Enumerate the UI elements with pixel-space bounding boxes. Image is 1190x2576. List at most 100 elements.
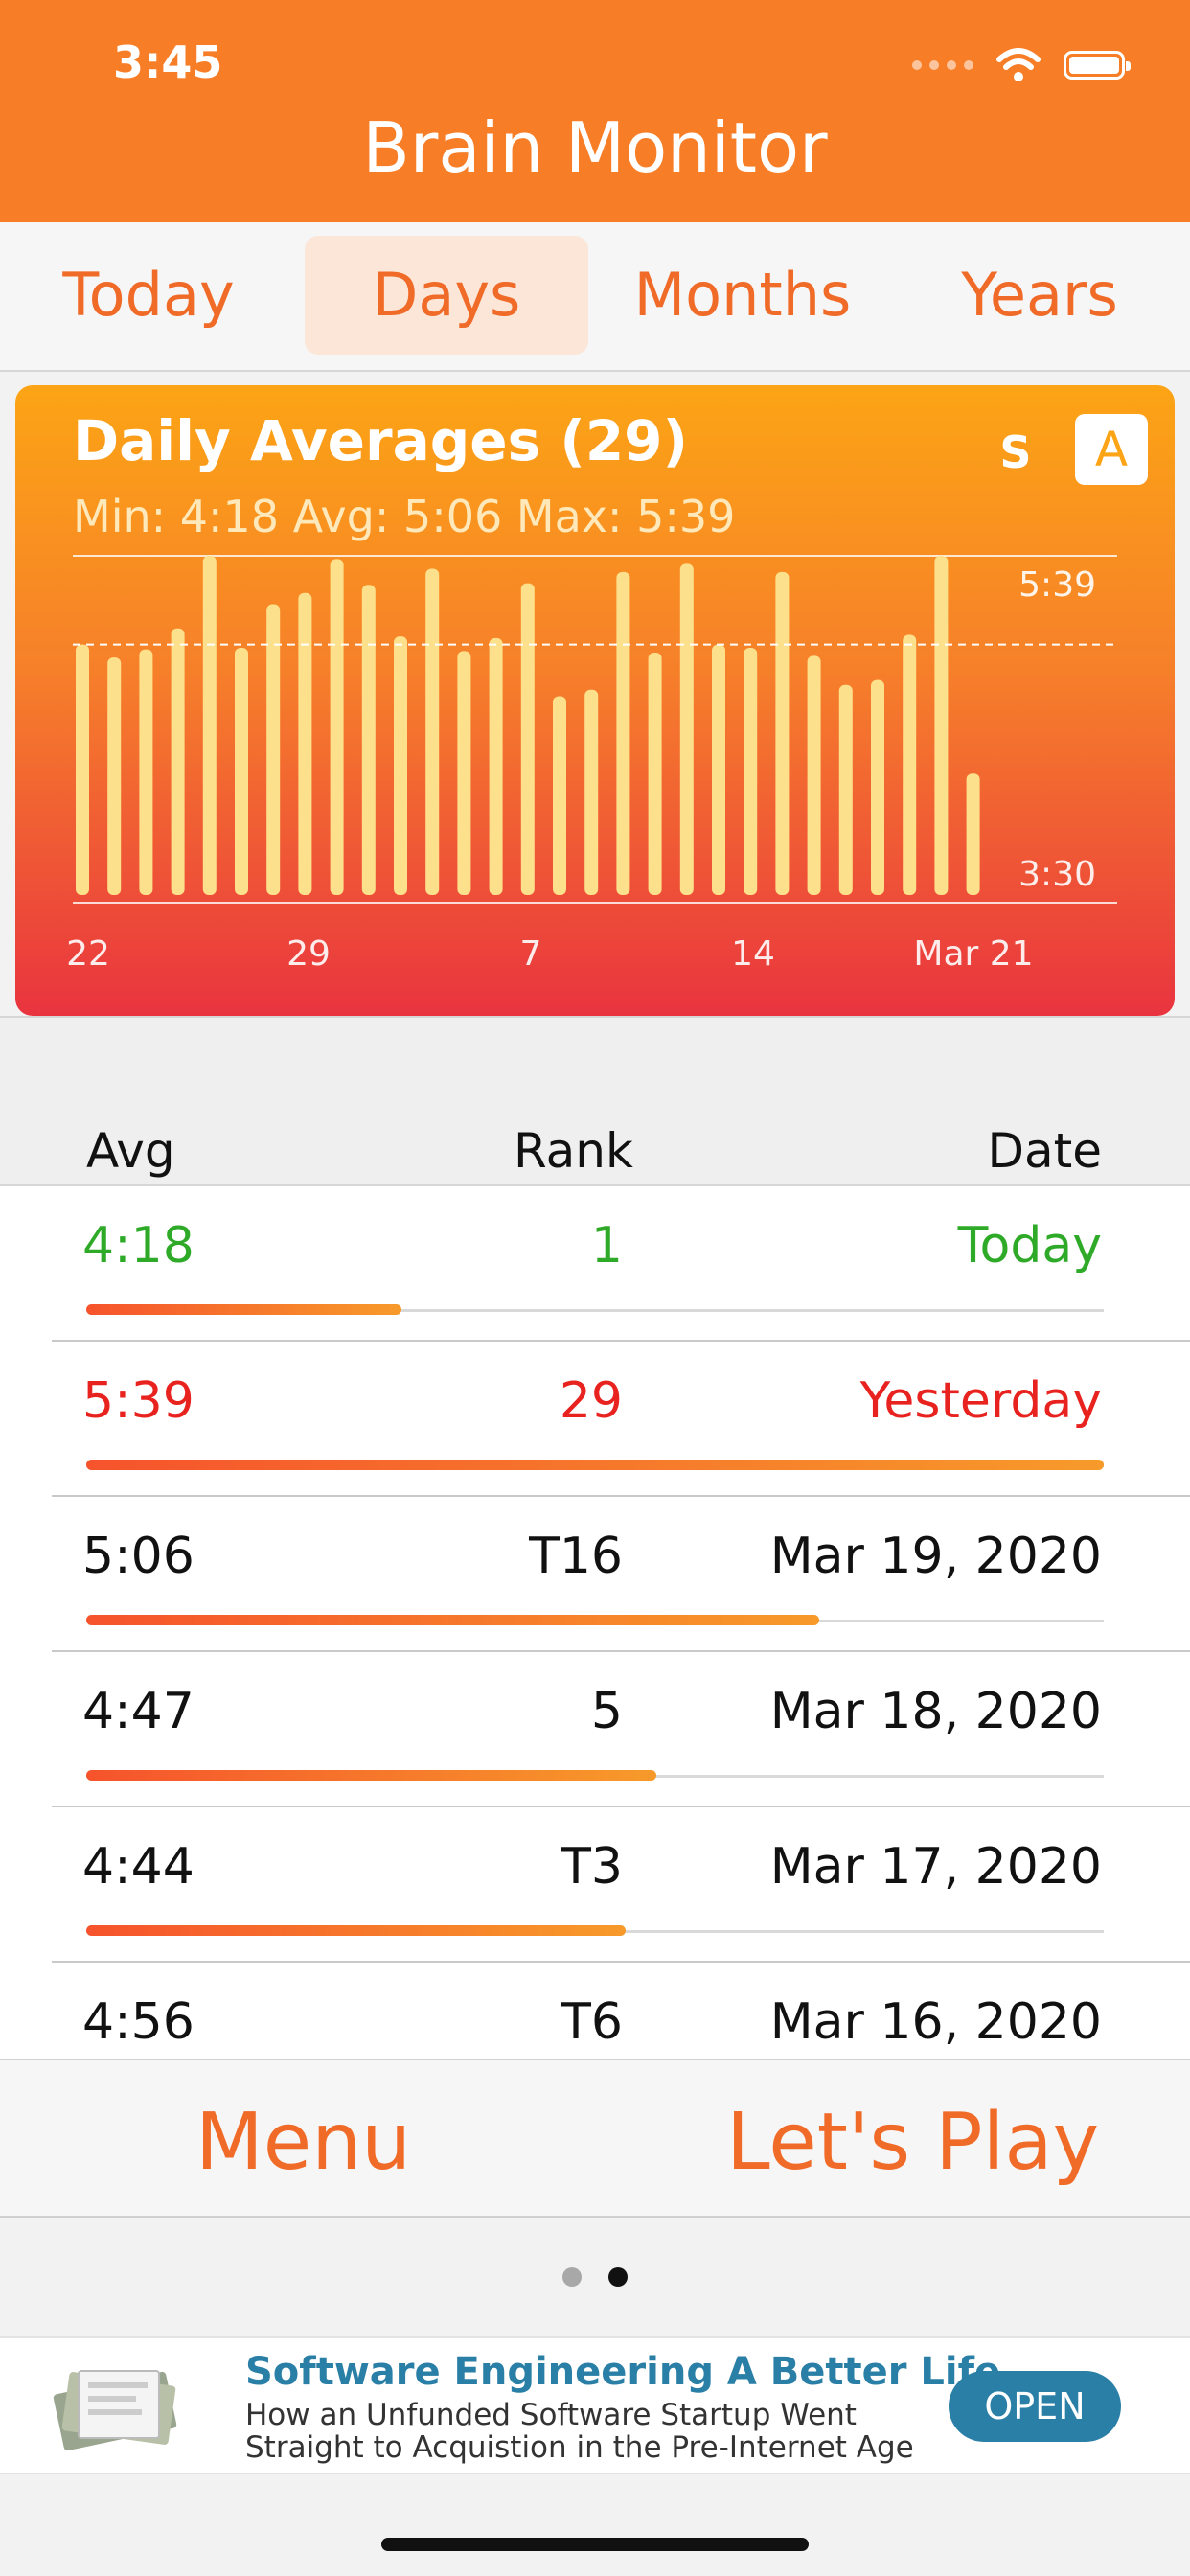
home-indicator — [381, 2538, 809, 2551]
row-rank: 29 — [559, 1372, 623, 1430]
row-progress-fill — [86, 1460, 1104, 1470]
chart-y-tick-label: 5:39 — [1018, 565, 1096, 605]
chart-bar — [648, 653, 662, 895]
table-row[interactable]: 4:56 T6 Mar 16, 2020 — [0, 1963, 1190, 2058]
row-rank: T3 — [561, 1838, 623, 1896]
menu-button[interactable]: Menu — [195, 2097, 411, 2188]
scale-s-button[interactable]: S — [995, 426, 1037, 479]
ad-title[interactable]: Software Engineering A Better Life — [245, 2350, 1000, 2394]
table-header: Avg Rank Date — [0, 1016, 1190, 1186]
chart-bar — [425, 568, 440, 895]
row-date: Mar 16, 2020 — [769, 1993, 1102, 2051]
column-header-avg: Avg — [86, 1123, 175, 1179]
table-row[interactable]: 4:44 T3 Mar 17, 2020 — [0, 1807, 1190, 1963]
table-row[interactable]: 5:06 T16 Mar 19, 2020 — [0, 1497, 1190, 1652]
results-list[interactable]: 4:18 1 Today 5:39 29 Yesterday 5:06 T16 Mar 19, … — [0, 1186, 1190, 2058]
tab-today[interactable]: Today — [29, 236, 268, 355]
row-date: Mar 19, 2020 — [769, 1528, 1102, 1585]
row-avg: 5:06 — [82, 1528, 195, 1585]
chart-bar — [553, 696, 566, 895]
row-progress-track — [86, 1925, 1104, 1936]
chart-title: Daily Averages (29) — [73, 408, 689, 473]
chart-bar — [235, 647, 248, 895]
tab-months[interactable]: Months — [613, 236, 872, 355]
chart-bar — [679, 564, 694, 895]
chart-y-tick-label: 3:30 — [1018, 855, 1096, 894]
row-rank: 5 — [590, 1683, 623, 1740]
page-dot-1[interactable] — [562, 2267, 582, 2287]
row-avg: 4:56 — [82, 1993, 195, 2051]
chart-bar — [266, 604, 281, 895]
chart-bar — [171, 628, 185, 895]
ad-banner[interactable]: Software Engineering A Better Life How a… — [0, 2336, 1190, 2474]
chart-bar — [202, 556, 217, 895]
row-progress-fill — [86, 1615, 819, 1625]
cellular-signal-icon — [912, 60, 973, 70]
bottom-actions: Menu Let's Play — [0, 2058, 1190, 2218]
tab-days[interactable]: Days — [305, 236, 588, 355]
row-avg: 4:18 — [82, 1217, 195, 1275]
scale-a-button[interactable]: A — [1075, 414, 1148, 485]
battery-icon — [1064, 51, 1131, 80]
chart-bar — [489, 637, 503, 895]
chart-bar — [934, 556, 949, 895]
ad-open-button[interactable]: OPEN — [949, 2371, 1121, 2442]
chart-bar — [903, 634, 917, 895]
table-row[interactable]: 5:39 29 Yesterday — [0, 1342, 1190, 1497]
page-dot-2[interactable] — [608, 2267, 628, 2287]
row-avg: 4:47 — [82, 1683, 195, 1740]
row-date: Today — [957, 1217, 1102, 1275]
row-date: Mar 17, 2020 — [769, 1838, 1102, 1896]
period-tabs: Today Days Months Years — [0, 222, 1190, 372]
lets-play-button[interactable]: Let's Play — [726, 2097, 1099, 2188]
row-progress-fill — [86, 1770, 656, 1781]
row-rank: T16 — [529, 1528, 623, 1585]
table-row[interactable]: 4:47 5 Mar 18, 2020 — [0, 1652, 1190, 1807]
table-row[interactable]: 4:18 1 Today — [0, 1186, 1190, 1342]
chart-bar — [457, 651, 471, 895]
row-avg: 5:39 — [82, 1372, 195, 1430]
chart-bar — [966, 773, 980, 895]
row-rank: T6 — [561, 1993, 623, 2051]
chart-bar — [361, 585, 376, 895]
wifi-icon — [996, 48, 1041, 81]
chart-bar — [871, 679, 884, 895]
tab-years[interactable]: Years — [920, 236, 1159, 355]
chart-bar — [584, 689, 599, 895]
row-progress-track — [86, 1304, 1104, 1315]
row-progress-fill — [86, 1925, 626, 1936]
chart-bar — [139, 649, 153, 895]
chart-bar — [394, 636, 407, 895]
chart-bar — [807, 656, 821, 895]
chart-bar — [616, 571, 630, 895]
status-time: 3:45 — [113, 36, 223, 88]
row-progress-track — [86, 1460, 1104, 1470]
ad-description-line-1: How an Unfunded Software Startup Went — [245, 2398, 857, 2432]
chart-summary: Min: 4:18 Avg: 5:06 Max: 5:39 — [73, 491, 736, 542]
row-progress-track — [86, 1615, 1104, 1625]
row-progress-fill — [86, 1304, 402, 1315]
chart-x-tick-label: 22 — [66, 934, 110, 974]
chart-x-tick-label: Mar 21 — [913, 934, 1033, 974]
chart-bar — [298, 592, 312, 895]
chart-bar — [520, 583, 535, 895]
chart-bar — [775, 571, 790, 895]
chart-bar — [744, 647, 758, 895]
chart-x-tick-label: 7 — [520, 934, 542, 974]
chart-bar — [76, 644, 89, 895]
chart-card: 5:39 3:30 22 29 7 14 Mar 21 Daily Averages (29… — [15, 385, 1175, 1016]
daily-averages-chart: 5:39 3:30 22 29 7 14 Mar 21 — [66, 555, 1117, 974]
chart-bar — [107, 657, 122, 895]
row-date: Yesterday — [859, 1372, 1102, 1430]
page-indicator[interactable] — [0, 2218, 1190, 2336]
chart-x-tick-label: 29 — [286, 934, 331, 974]
chart-bar — [838, 684, 853, 895]
row-progress-track — [86, 1770, 1104, 1781]
app-header: 3:45 Brain Monitor — [0, 0, 1190, 222]
chart-bar — [712, 644, 725, 895]
row-rank: 1 — [590, 1217, 623, 1275]
chart-x-tick-label: 14 — [731, 934, 775, 974]
row-avg: 4:44 — [82, 1838, 195, 1896]
ad-description-line-2: Straight to Acquistion in the Pre-Intern… — [245, 2430, 914, 2465]
row-date: Mar 18, 2020 — [769, 1683, 1102, 1740]
